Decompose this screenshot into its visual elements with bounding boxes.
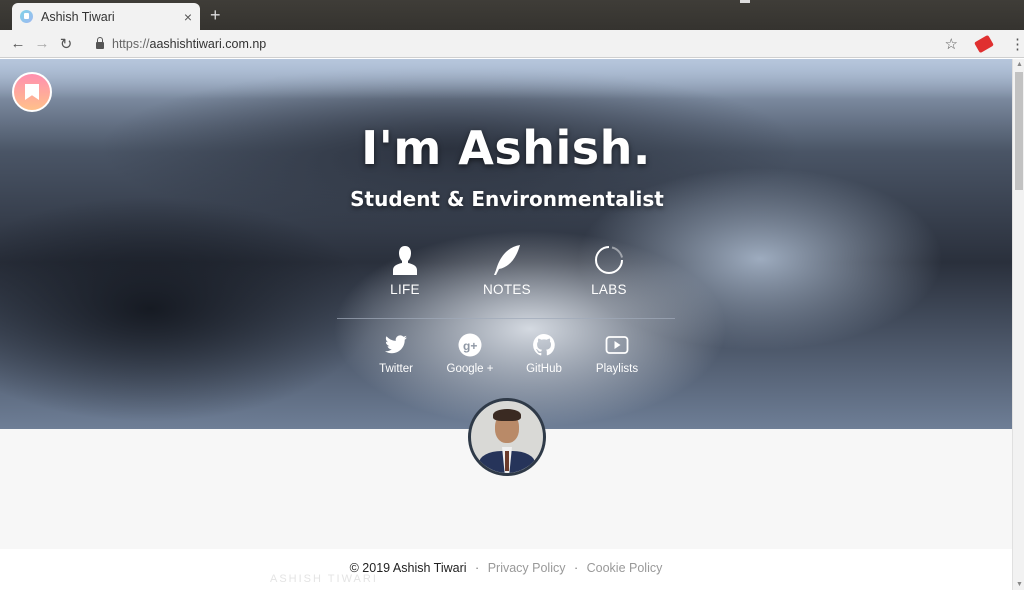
social-twitter-label: Twitter [379, 363, 413, 375]
nav-labs-label: LABS [591, 282, 627, 297]
browser-menu-icon[interactable]: ⋮ [1010, 37, 1024, 52]
window-drag-area [740, 0, 750, 3]
nav-notes[interactable]: NOTES [467, 244, 547, 297]
privacy-policy-link[interactable]: Privacy Policy [488, 561, 566, 575]
site-logo-button[interactable] [12, 72, 52, 112]
nav-notes-label: NOTES [482, 282, 531, 297]
url-host: aashishtiwari.com.np [149, 36, 267, 51]
social-twitter[interactable]: Twitter [361, 333, 431, 375]
toolbar-actions: ☆ ⋮ [945, 34, 1024, 54]
feather-icon [467, 244, 547, 276]
social-playlists-label: Playlists [595, 363, 639, 375]
avatar-tie [505, 451, 509, 471]
person-icon [365, 244, 445, 276]
tab-title: Ashish Tiwari [41, 9, 115, 24]
page-subtitle: Student & Environmentalist [350, 187, 664, 211]
scroll-down-arrow-icon[interactable]: ▼ [1016, 581, 1023, 588]
scrollbar-thumb[interactable] [1015, 72, 1023, 190]
social-github[interactable]: GitHub [509, 333, 579, 375]
main-nav: LIFE NOTES LABS [0, 244, 1012, 299]
browser-toolbar: ← → ↻ https://aashishtiwari.com.np ☆ ⋮ [0, 30, 1024, 58]
bookmark-star-icon[interactable]: ☆ [945, 35, 958, 53]
address-bar[interactable]: https://aashishtiwari.com.np [112, 37, 266, 51]
browser-tab[interactable]: Ashish Tiwari × [12, 3, 200, 30]
page-footer: © 2019 Ashish Tiwari · Privacy Policy · … [0, 549, 1012, 590]
cookie-policy-link[interactable]: Cookie Policy [587, 561, 663, 575]
github-icon [509, 333, 579, 357]
spinner-icon [569, 244, 649, 276]
nav-life[interactable]: LIFE [365, 244, 445, 297]
back-button[interactable]: ← [6, 35, 30, 52]
social-nav: Twitter g+ Google + GitHub Playlists [0, 333, 1012, 383]
nav-life-label: LIFE [390, 282, 420, 297]
extension-icon[interactable] [974, 34, 994, 54]
scroll-up-arrow-icon[interactable]: ▲ [1016, 61, 1023, 68]
hero-background [0, 59, 1012, 99]
play-icon [582, 333, 652, 357]
profile-avatar [468, 398, 546, 476]
tab-close-icon[interactable]: × [184, 9, 192, 25]
nav-divider [337, 318, 675, 319]
page-viewport: I'm Ashish. Student & Environmentalist L… [0, 59, 1012, 590]
footer-separator: · [475, 561, 480, 575]
forward-button[interactable]: → [30, 35, 54, 52]
nav-labs[interactable]: LABS [569, 244, 649, 297]
social-github-label: GitHub [526, 363, 562, 375]
bookmark-logo-icon [25, 84, 39, 100]
google-plus-icon: g+ [435, 333, 505, 357]
page-title: I'm Ashish. [361, 121, 651, 175]
social-playlists[interactable]: Playlists [582, 333, 652, 375]
social-google-plus-label: Google + [446, 363, 494, 375]
svg-text:g+: g+ [463, 339, 477, 353]
lock-icon[interactable] [96, 37, 104, 49]
reload-button[interactable]: ↻ [54, 35, 78, 53]
page-scrollbar[interactable]: ▲ ▼ [1012, 59, 1024, 590]
footer-separator: · [573, 561, 579, 575]
browser-tab-bar: Ashish Tiwari × + [0, 0, 1024, 30]
twitter-icon [361, 333, 431, 357]
footer-watermark: ASHISH TIWARI [270, 573, 378, 585]
url-scheme: https:// [112, 36, 150, 51]
avatar-hair [493, 409, 521, 421]
site-favicon-icon [20, 10, 33, 23]
new-tab-button[interactable]: + [210, 5, 221, 26]
social-google-plus[interactable]: g+ Google + [435, 333, 505, 375]
footer-line: © 2019 Ashish Tiwari · Privacy Policy · … [0, 561, 1012, 575]
hero-section: I'm Ashish. Student & Environmentalist L… [0, 59, 1012, 429]
